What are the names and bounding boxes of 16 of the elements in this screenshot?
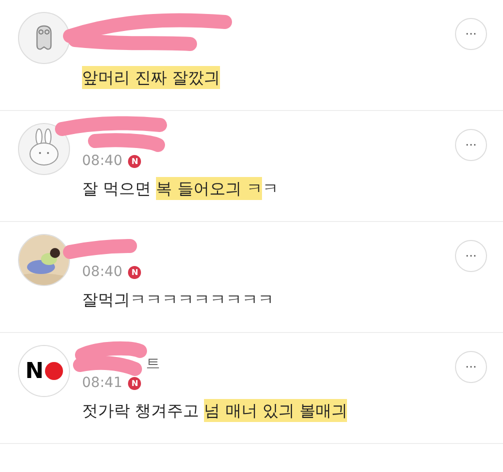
comment-time: 08:41 [82, 375, 122, 391]
new-badge: N [128, 154, 142, 168]
comment-text: 젓가락 챙겨주고 넘 매너 있긔 볼매긔 [82, 401, 348, 422]
comment-text: 앞머리 진짜 잘깠긔 [82, 68, 222, 89]
comment-time: 08:40 [82, 264, 122, 280]
comment-text: 잘먹긔ㅋㅋㅋㅋㅋㅋㅋㅋㅋ [82, 290, 275, 311]
avatar[interactable] [18, 234, 70, 286]
more-button[interactable]: ··· [455, 18, 487, 50]
new-badge: N [128, 266, 142, 278]
new-badge: N [128, 376, 142, 390]
more-button[interactable]: ··· [455, 240, 487, 272]
avatar[interactable]: N [18, 345, 70, 397]
more-button[interactable]: ··· [455, 351, 487, 383]
author-name: 트 [146, 355, 161, 373]
more-button[interactable]: ··· [455, 129, 487, 161]
comment-time: 08:40 [82, 153, 122, 169]
